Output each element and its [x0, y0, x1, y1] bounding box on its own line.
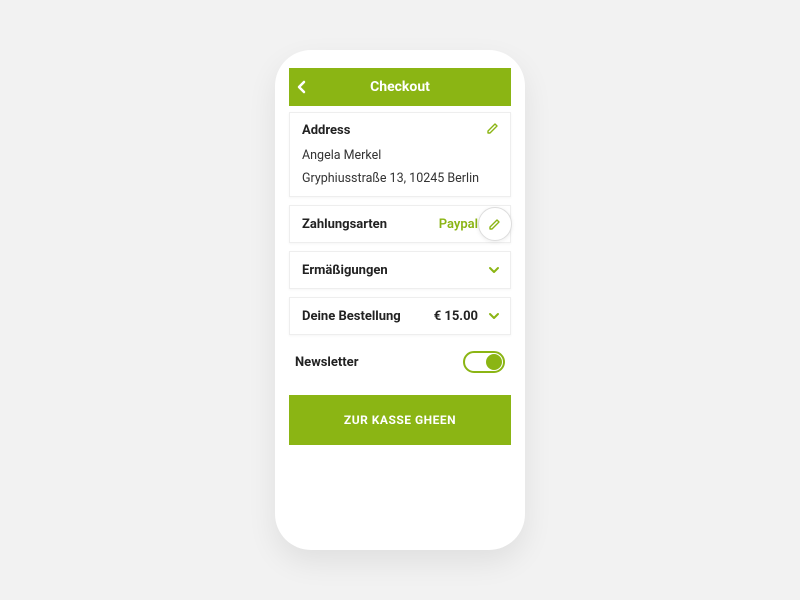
- newsletter-toggle[interactable]: [463, 351, 505, 373]
- discounts-label: Ermäßigungen: [302, 263, 388, 278]
- order-card[interactable]: Deine Bestellung € 15.00: [289, 297, 511, 335]
- app-header: Checkout: [289, 68, 511, 106]
- discounts-card[interactable]: Ermäßigungen: [289, 251, 511, 289]
- checkout-button[interactable]: ZUR KASSE GHEEN: [289, 395, 511, 445]
- content-area: Address Angela Merkel Gryphiusstraße 13,…: [289, 112, 511, 532]
- newsletter-row: Newsletter: [289, 343, 511, 377]
- order-price: € 15.00: [434, 309, 478, 324]
- address-name: Angela Merkel: [302, 148, 498, 163]
- address-card: Address Angela Merkel Gryphiusstraße 13,…: [289, 112, 511, 197]
- payment-value: Paypal: [439, 217, 478, 232]
- order-label: Deine Bestellung: [302, 309, 401, 324]
- chevron-down-icon[interactable]: [488, 264, 500, 276]
- address-street: Gryphiusstraße 13, 10245 Berlin: [302, 171, 498, 186]
- edit-payment-icon[interactable]: [478, 207, 512, 241]
- chevron-down-icon[interactable]: [488, 310, 500, 322]
- edit-address-icon[interactable]: [486, 121, 500, 135]
- address-label: Address: [302, 123, 498, 138]
- newsletter-label: Newsletter: [295, 355, 358, 370]
- phone-frame: Checkout Address Angela Merkel Gryphiuss…: [275, 50, 525, 550]
- payment-card[interactable]: Zahlungsarten Paypal: [289, 205, 511, 243]
- back-icon[interactable]: [297, 80, 307, 94]
- toggle-knob: [486, 354, 502, 370]
- page-title: Checkout: [289, 79, 511, 95]
- payment-label: Zahlungsarten: [302, 217, 387, 232]
